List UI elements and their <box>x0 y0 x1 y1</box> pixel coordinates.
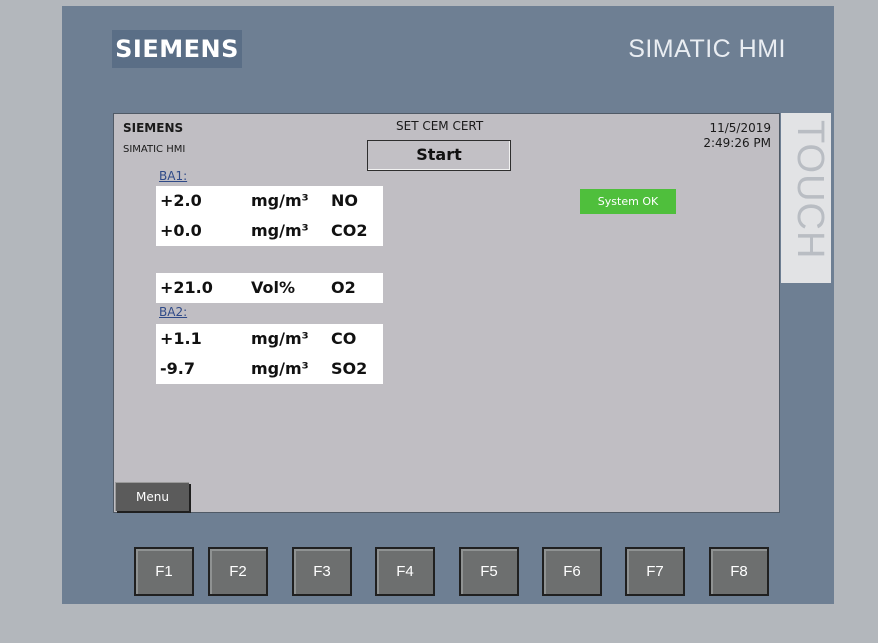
screen-brand: SIEMENS <box>123 121 184 135</box>
device-model-label: SIMATIC HMI <box>628 35 786 63</box>
measurement-gas: CO2 <box>331 221 368 240</box>
measurement-unit: mg/m³ <box>251 191 309 210</box>
siemens-logo: SIEMENS <box>112 30 242 68</box>
system-status-indicator: System OK <box>580 189 676 214</box>
ba1-label: BA1: <box>159 169 188 183</box>
function-key-f8[interactable]: F8 <box>709 547 769 596</box>
function-key-f4[interactable]: F4 <box>375 547 435 596</box>
function-key-f6[interactable]: F6 <box>542 547 602 596</box>
measurement-row-co: +1.1 mg/m³ CO <box>156 324 383 354</box>
measurement-row-no: +2.0 mg/m³ NO <box>156 186 383 216</box>
measurement-unit: Vol% <box>251 278 296 297</box>
measurement-value: +21.0 <box>160 278 213 297</box>
measurement-unit: mg/m³ <box>251 359 309 378</box>
touch-label: TOUCH <box>789 120 831 260</box>
function-key-f5[interactable]: F5 <box>459 547 519 596</box>
function-key-f7[interactable]: F7 <box>625 547 685 596</box>
start-button[interactable]: Start <box>367 140 511 171</box>
function-key-f3[interactable]: F3 <box>292 547 352 596</box>
screen-subtitle: SIMATIC HMI <box>123 144 186 155</box>
measurement-value: +0.0 <box>160 221 202 240</box>
measurement-gas: CO <box>331 329 357 348</box>
measurement-gas: SO2 <box>331 359 368 378</box>
measurement-row-co2: +0.0 mg/m³ CO2 <box>156 216 383 246</box>
measurement-gas: O2 <box>331 278 356 297</box>
time-display: 2:49:26 PM <box>703 136 771 150</box>
measurement-row-so2: -9.7 mg/m³ SO2 <box>156 354 383 384</box>
hmi-screen: SIEMENS SIMATIC HMI SET CEM CERT Start 1… <box>113 113 780 513</box>
screen-title: SET CEM CERT <box>396 119 484 133</box>
function-key-f1[interactable]: F1 <box>134 547 194 596</box>
measurement-value: -9.7 <box>160 359 195 378</box>
measurement-row-o2: +21.0 Vol% O2 <box>156 273 383 303</box>
o2-measurement-box: +21.0 Vol% O2 <box>156 273 383 303</box>
measurement-gas: NO <box>331 191 358 210</box>
ba1-measurement-box: +2.0 mg/m³ NO +0.0 mg/m³ CO2 <box>156 186 383 246</box>
ba2-label: BA2: <box>159 305 188 319</box>
ba2-measurement-box: +1.1 mg/m³ CO -9.7 mg/m³ SO2 <box>156 324 383 384</box>
menu-button[interactable]: Menu <box>115 482 189 511</box>
measurement-unit: mg/m³ <box>251 329 309 348</box>
function-key-f2[interactable]: F2 <box>208 547 268 596</box>
measurement-value: +2.0 <box>160 191 202 210</box>
bottom-band <box>0 604 878 643</box>
measurement-unit: mg/m³ <box>251 221 309 240</box>
measurement-value: +1.1 <box>160 329 202 348</box>
date-display: 11/5/2019 <box>709 121 771 135</box>
